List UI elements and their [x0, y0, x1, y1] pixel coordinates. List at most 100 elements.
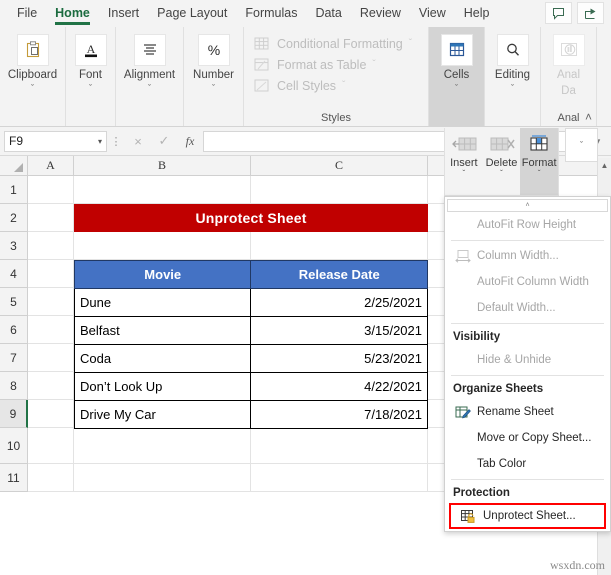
chevron-down-icon[interactable]: ˇ — [148, 83, 151, 94]
cell[interactable] — [28, 288, 74, 316]
chevron-down-icon[interactable]: ˇ — [455, 83, 458, 94]
cells-icon[interactable] — [440, 34, 473, 66]
row-header-4[interactable]: 4 — [0, 260, 28, 288]
tab-help[interactable]: Help — [455, 2, 499, 25]
tab-data[interactable]: Data — [306, 2, 350, 25]
chevron-down-icon[interactable]: ˇ — [500, 169, 503, 178]
tab-insert[interactable]: Insert — [99, 2, 148, 25]
menu-item-column-width[interactable]: Column Width... — [445, 243, 610, 269]
chevron-down-icon[interactable]: ˇ — [463, 169, 466, 178]
format-cells-button[interactable]: Format ˇ — [520, 128, 559, 195]
percent-icon[interactable]: % — [197, 34, 230, 66]
ribbon-group-font[interactable]: A Font ˇ — [66, 27, 116, 126]
row-header-5[interactable]: 5 — [0, 288, 28, 316]
select-all-corner[interactable] — [0, 156, 28, 175]
cell-movie[interactable]: Belfast — [73, 316, 252, 345]
column-header-c[interactable]: C — [251, 156, 428, 175]
row-header-1[interactable]: 1 — [0, 176, 28, 204]
cell[interactable] — [251, 464, 428, 492]
cell[interactable] — [28, 176, 74, 204]
row-header-7[interactable]: 7 — [0, 344, 28, 372]
font-icon[interactable]: A — [74, 34, 107, 66]
tab-formulas[interactable]: Formulas — [236, 2, 306, 25]
tab-file[interactable]: File — [8, 2, 46, 25]
menu-item-tab-color[interactable]: Tab Color — [445, 451, 610, 477]
cell[interactable] — [28, 232, 74, 260]
cell-movie[interactable]: Dune — [73, 288, 252, 317]
chevron-down-icon[interactable]: ˇ — [538, 169, 541, 178]
clipboard-icon[interactable] — [16, 34, 49, 66]
cell[interactable] — [74, 176, 251, 204]
format-as-table-button[interactable]: Format as Table ˇ — [254, 54, 428, 75]
cell[interactable] — [28, 464, 74, 492]
share-icon[interactable] — [577, 2, 604, 24]
cell[interactable] — [28, 204, 74, 232]
row-header-3[interactable]: 3 — [0, 232, 28, 260]
conditional-formatting-button[interactable]: Conditional Formatting ˇ — [254, 33, 428, 54]
chevron-down-icon[interactable]: ˇ — [342, 80, 345, 91]
menu-item-hide-unhide[interactable]: Hide & Unhide — [445, 347, 610, 373]
cell[interactable] — [28, 428, 74, 464]
row-header-9[interactable]: 9 — [0, 400, 28, 428]
cell[interactable] — [74, 428, 251, 464]
cell-release-date[interactable]: 2/25/2021 — [250, 288, 428, 317]
tab-review[interactable]: Review — [351, 2, 410, 25]
menu-item-autofit-column-width[interactable]: AutoFit Column Width — [445, 269, 610, 295]
alignment-icon[interactable] — [133, 34, 166, 66]
cell[interactable] — [251, 428, 428, 464]
ribbon-group-number[interactable]: % Number ˇ — [184, 27, 244, 126]
cell[interactable] — [74, 464, 251, 492]
column-header-a[interactable]: A — [28, 156, 74, 175]
scroll-up-arrow[interactable]: ▲ — [598, 158, 611, 172]
cell-release-date[interactable]: 5/23/2021 — [250, 344, 428, 373]
table-row[interactable]: Coda 5/23/2021 — [73, 344, 428, 373]
name-box[interactable]: F9 ▾ — [4, 130, 107, 152]
chevron-down-icon[interactable]: ˇ — [511, 83, 514, 94]
cancel-entry-button[interactable]: × — [125, 134, 151, 149]
comment-icon[interactable] — [545, 2, 572, 24]
chevron-down-icon[interactable]: ˇ — [212, 83, 215, 94]
search-icon[interactable] — [496, 34, 529, 66]
table-row[interactable]: Belfast 3/15/2021 — [73, 316, 428, 345]
tab-view[interactable]: View — [410, 2, 455, 25]
row-header-8[interactable]: 8 — [0, 372, 28, 400]
menu-item-autofit-row-height[interactable]: AutoFit Row Height — [445, 212, 610, 238]
row-header-6[interactable]: 6 — [0, 316, 28, 344]
tab-page-layout[interactable]: Page Layout — [148, 2, 236, 25]
column-header-b[interactable]: B — [74, 156, 251, 175]
chevron-down-icon[interactable]: ▾ — [98, 137, 102, 146]
cell[interactable] — [28, 400, 74, 428]
table-row[interactable]: Dune 2/25/2021 — [73, 288, 428, 317]
menu-item-rename-sheet[interactable]: Rename Sheet — [445, 399, 610, 425]
row-header-10[interactable]: 10 — [0, 428, 28, 464]
chevron-down-icon[interactable]: ˇ — [31, 83, 34, 94]
cell-release-date[interactable]: 4/22/2021 — [250, 372, 428, 401]
cell[interactable] — [28, 372, 74, 400]
ribbon-group-editing[interactable]: Editing ˇ — [485, 27, 541, 126]
ribbon-group-analysis[interactable]: Anal Da Anal ˄ — [541, 27, 597, 126]
chevron-down-icon[interactable]: ˇ — [89, 83, 92, 94]
confirm-entry-button[interactable]: ✓ — [151, 133, 177, 149]
cell[interactable] — [74, 232, 251, 260]
chevron-down-icon[interactable]: ˇ — [372, 59, 375, 70]
cell-movie[interactable]: Drive My Car — [73, 400, 252, 429]
tab-home[interactable]: Home — [46, 2, 99, 25]
menu-scroll-up-button[interactable]: ˄ — [447, 199, 608, 212]
cell[interactable] — [28, 260, 74, 288]
chevron-down-icon[interactable]: ˇ — [409, 38, 412, 49]
row-header-2[interactable]: 2 — [0, 204, 28, 232]
menu-item-default-width[interactable]: Default Width... — [445, 295, 610, 321]
ribbon-group-clipboard[interactable]: Clipboard ˇ — [0, 27, 66, 126]
menu-item-unprotect-sheet[interactable]: Unprotect Sheet... — [449, 503, 606, 529]
cell[interactable] — [28, 316, 74, 344]
cell[interactable] — [251, 232, 428, 260]
insert-function-button[interactable]: fx — [177, 134, 203, 149]
cell-release-date[interactable]: 7/18/2021 — [250, 400, 428, 429]
row-header-11[interactable]: 11 — [0, 464, 28, 492]
cell-movie[interactable]: Don’t Look Up — [73, 372, 252, 401]
table-row[interactable]: Don’t Look Up 4/22/2021 — [73, 372, 428, 401]
delete-cells-button[interactable]: Delete ˇ — [483, 128, 521, 195]
cell-styles-button[interactable]: Cell Styles ˇ — [254, 75, 428, 96]
ribbon-group-alignment[interactable]: Alignment ˇ — [116, 27, 184, 126]
ribbon-group-cells[interactable]: Cells ˇ — [429, 27, 485, 126]
